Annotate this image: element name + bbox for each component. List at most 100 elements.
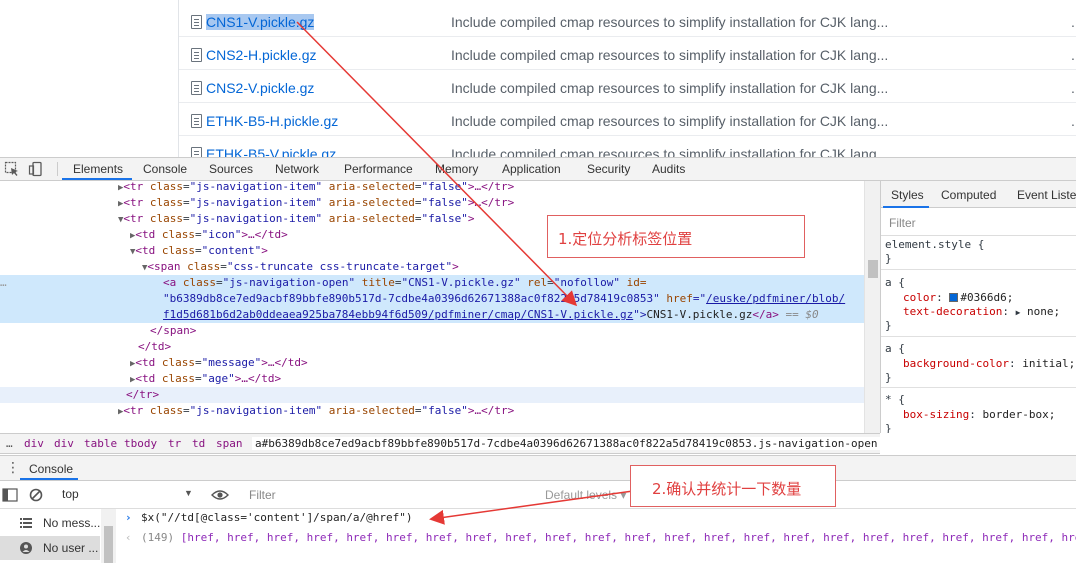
- tab-computed[interactable]: Computed: [941, 188, 996, 202]
- href-link[interactable]: f1d5d681b6d2ab0ddeaea925ba784ebb94f6d509…: [163, 308, 633, 321]
- dom-close-tag: </td>: [138, 340, 172, 353]
- commit-age: ...: [1071, 80, 1076, 96]
- tab-security[interactable]: Security: [587, 162, 630, 176]
- dom-node[interactable]: ▶<tr class="js-navigation-item" aria-sel…: [118, 195, 864, 211]
- dom-node-a-line2: "b6389db8ce7ed9acbf89bbfe890b517d-7cdbe4…: [163, 292, 846, 305]
- file-link[interactable]: ETHK-B5-H.pickle.gz: [206, 113, 338, 129]
- dom-node[interactable]: ▶<tr class="js-navigation-item" aria-sel…: [118, 181, 864, 195]
- dom-node[interactable]: ▶<tr class="js-navigation-item" aria-sel…: [118, 403, 864, 419]
- css-brace: }: [885, 371, 892, 384]
- context-selector[interactable]: top: [62, 487, 79, 501]
- css-declaration[interactable]: background-color: initial;: [903, 357, 1076, 371]
- tab-console[interactable]: Console: [143, 162, 187, 176]
- log-levels-dropdown[interactable]: Default levels ▾: [545, 488, 626, 502]
- sidebar-toggle-icon[interactable]: [2, 488, 18, 502]
- css-declaration[interactable]: color: #0366d6;: [903, 291, 1076, 305]
- href-link[interactable]: /euske/pdfminer/blob/: [706, 292, 845, 305]
- console-result[interactable]: (149) [href, href, href, href, href, hre…: [141, 529, 1076, 547]
- active-tab-indicator: [62, 178, 132, 180]
- chevron-down-icon[interactable]: ▼: [184, 488, 193, 498]
- css-brace: }: [885, 252, 892, 265]
- dom-node[interactable]: ▶<td class="age">…</td>: [130, 371, 864, 387]
- breadcrumb-item[interactable]: span: [216, 437, 243, 450]
- eye-icon[interactable]: [211, 489, 229, 501]
- scrollbar-thumb[interactable]: [868, 260, 878, 278]
- tab-application[interactable]: Application: [502, 162, 561, 176]
- file-row: ETHK-B5-V.pickle.gz Include compiled cma…: [179, 136, 1076, 159]
- file-row: CNS2-H.pickle.gz Include compiled cmap r…: [179, 37, 1076, 70]
- console-input-line[interactable]: › $x("//td[@class='content']/span/a/@hre…: [117, 509, 1076, 529]
- page-left-gutter: [0, 0, 178, 159]
- tab-styles[interactable]: Styles: [891, 188, 924, 202]
- file-icon: [191, 15, 202, 29]
- commit-age: ...: [1071, 14, 1076, 30]
- sidebar-item-user-messages[interactable]: No user ...: [0, 536, 100, 560]
- tab-elements[interactable]: Elements: [73, 162, 123, 176]
- file-row: CNS2-V.pickle.gz Include compiled cmap r…: [179, 70, 1076, 103]
- css-selector: a {: [885, 276, 905, 289]
- file-link[interactable]: CNS2-H.pickle.gz: [206, 47, 316, 63]
- file-link[interactable]: CNS1-V.pickle.gz: [206, 14, 315, 30]
- rule-divider: [881, 387, 1076, 388]
- clear-console-icon[interactable]: [29, 488, 43, 502]
- tab-console-drawer[interactable]: Console: [29, 462, 73, 476]
- file-icon: [191, 48, 202, 62]
- breadcrumb-item[interactable]: div: [24, 437, 44, 450]
- styles-pane: Styles Computed Event Listeners Filter e…: [880, 181, 1076, 433]
- breadcrumb-current[interactable]: a#b6389db8ce7ed9acbf89bbfe890b517d-7cdbe…: [252, 437, 881, 450]
- dom-breadcrumb: … div div table tbody tr td span a#b6389…: [0, 433, 881, 454]
- toolbar-divider: [57, 162, 58, 176]
- tab-event-listeners[interactable]: Event Listeners: [1017, 188, 1076, 202]
- dom-node[interactable]: ▼<span class="css-truncate css-truncate-…: [142, 259, 864, 275]
- inspect-element-icon[interactable]: [4, 161, 20, 177]
- elements-scrollbar[interactable]: [864, 181, 880, 433]
- breadcrumb-item[interactable]: td: [192, 437, 205, 450]
- sidebar-item-messages[interactable]: No mess...: [0, 511, 100, 535]
- selected-node-marker: …: [0, 276, 7, 289]
- devtools-tabbar: Elements Console Sources Network Perform…: [0, 157, 1076, 181]
- commit-message[interactable]: Include compiled cmap resources to simpl…: [451, 14, 888, 30]
- file-row: CNS1-V.pickle.gz Include compiled cmap r…: [179, 4, 1076, 37]
- return-arrow-icon: ‹: [125, 531, 132, 544]
- tab-performance[interactable]: Performance: [344, 162, 413, 176]
- commit-age: ...: [1071, 47, 1076, 63]
- annotation-note-count: 2.确认并统计一下数量: [630, 465, 836, 507]
- rule-divider: [881, 269, 1076, 270]
- list-icon: [20, 518, 32, 528]
- console-result-line[interactable]: ‹ (149) [href, href, href, href, href, h…: [117, 529, 1076, 549]
- dom-close-tag: </tr>: [126, 388, 160, 401]
- commit-message[interactable]: Include compiled cmap resources to simpl…: [451, 113, 888, 129]
- dom-node[interactable]: ▶<td class="message">…</td>: [130, 355, 864, 371]
- breadcrumb-item[interactable]: tbody: [124, 437, 157, 450]
- scrollbar-thumb[interactable]: [104, 526, 113, 563]
- tab-audits[interactable]: Audits: [652, 162, 685, 176]
- sidebar-item-label: No mess...: [43, 516, 101, 530]
- user-icon: [20, 542, 32, 554]
- breadcrumb-item[interactable]: div: [54, 437, 74, 450]
- device-toolbar-icon[interactable]: [28, 161, 44, 177]
- file-link[interactable]: CNS2-V.pickle.gz: [206, 80, 314, 96]
- prompt-chevron-icon: ›: [125, 511, 132, 524]
- commit-message[interactable]: Include compiled cmap resources to simpl…: [451, 47, 888, 63]
- file-row: ETHK-B5-H.pickle.gz Include compiled cma…: [179, 103, 1076, 136]
- sidebar-scrollbar[interactable]: [101, 509, 116, 563]
- breadcrumb-overflow[interactable]: …: [6, 437, 13, 450]
- tab-network[interactable]: Network: [275, 162, 319, 176]
- filter-placeholder: Filter: [889, 216, 916, 230]
- breadcrumb-item[interactable]: tr: [168, 437, 181, 450]
- color-swatch-icon[interactable]: [949, 293, 959, 302]
- breadcrumb-item[interactable]: table: [84, 437, 117, 450]
- dom-close-tag: </span>: [150, 324, 197, 337]
- more-tools-icon[interactable]: ⋮: [6, 459, 20, 476]
- css-declaration[interactable]: text-decoration: ▶ none;: [903, 305, 1076, 320]
- active-tab-indicator: [20, 478, 78, 480]
- css-declaration[interactable]: box-sizing: border-box;: [903, 408, 1076, 422]
- css-selector: element.style {: [885, 238, 985, 251]
- file-icon: [191, 81, 202, 95]
- web-page-area: CNS1-V.pickle.gz Include compiled cmap r…: [0, 0, 1076, 159]
- tab-memory[interactable]: Memory: [435, 162, 478, 176]
- tab-sources[interactable]: Sources: [209, 162, 253, 176]
- console-command[interactable]: $x("//td[@class='content']/span/a/@href"…: [141, 509, 413, 527]
- commit-message[interactable]: Include compiled cmap resources to simpl…: [451, 80, 888, 96]
- styles-filter-input[interactable]: Filter: [881, 208, 1076, 236]
